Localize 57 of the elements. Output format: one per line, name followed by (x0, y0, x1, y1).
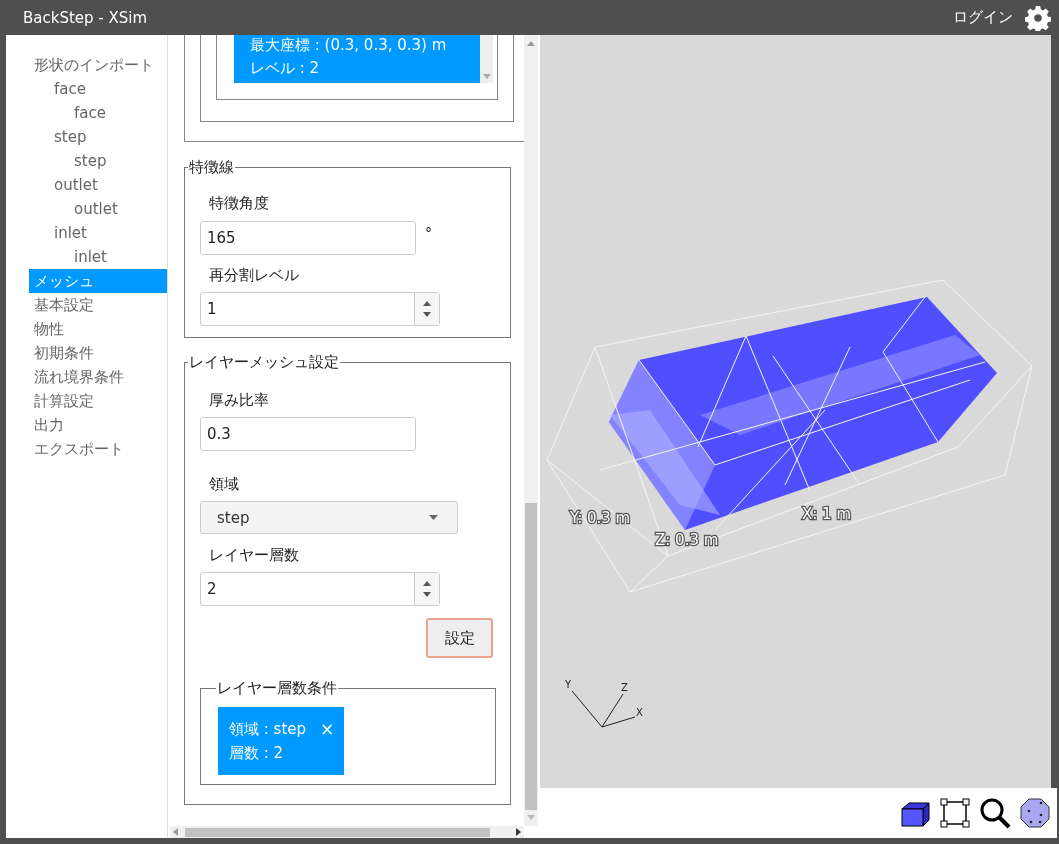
vertical-scrollbar[interactable] (524, 35, 538, 826)
axis-label: Z (621, 682, 628, 693)
sidebar-item[interactable]: inlet (29, 221, 167, 245)
field-label: 厚み比率 (209, 390, 270, 411)
sidebar-item[interactable]: face (29, 77, 167, 101)
3d-viewport[interactable]: Y: 0.3 m Z: 0.3 m X: 1 m Y Z X (540, 35, 1051, 788)
polyhedron-icon[interactable] (1019, 797, 1051, 829)
down-arrow-icon (423, 592, 431, 597)
dimension-label: Z: 0.3 m (655, 531, 719, 549)
sidebar-item[interactable]: 形状のインポート (29, 53, 167, 77)
condition-text: 層数 : 2 (229, 743, 284, 763)
scrollbar-thumb[interactable] (525, 503, 537, 810)
axis-label: X (636, 707, 643, 718)
sidebar-item[interactable]: outlet (29, 173, 167, 197)
sidebar-item[interactable]: 出力 (29, 413, 167, 437)
axis-label: Y (565, 679, 572, 690)
sidebar-item[interactable]: inlet (29, 245, 167, 269)
login-link[interactable]: ログイン (953, 8, 1013, 27)
unit-label: ° (425, 225, 432, 241)
dimension-label: Y: 0.3 m (570, 509, 631, 527)
down-arrow-icon (483, 74, 491, 79)
sidebar-item[interactable]: 物性 (29, 317, 167, 341)
level-spinbox[interactable]: 1 (200, 292, 440, 326)
window-title: BackStep - XSim (23, 8, 149, 27)
group-title: 特徴線 (188, 158, 235, 177)
search-icon[interactable] (979, 797, 1011, 829)
sidebar-item[interactable]: step (29, 125, 167, 149)
sidebar-item[interactable]: 初期条件 (29, 341, 167, 365)
down-arrow-icon (423, 312, 431, 317)
up-arrow-icon (423, 581, 431, 586)
sidebar-item[interactable]: エクスポート (29, 437, 167, 461)
layers-spinbox[interactable]: 2 (200, 572, 440, 606)
region-dropdown[interactable]: step (200, 501, 458, 534)
settings-icon[interactable] (1025, 4, 1051, 31)
set-button[interactable]: 設定 (426, 618, 493, 658)
sidebar-item[interactable]: step (29, 149, 167, 173)
field-label: 領域 (209, 474, 240, 495)
field-label: 特徴角度 (209, 193, 270, 214)
sidebar-item[interactable]: 計算設定 (29, 389, 167, 413)
sidebar-item[interactable]: outlet (29, 197, 167, 221)
sidebar-item[interactable]: 基本設定 (29, 293, 167, 317)
sidebar-item[interactable]: face (29, 101, 167, 125)
group-title: レイヤー層数条件 (216, 679, 338, 698)
up-arrow-icon (423, 301, 431, 306)
field-label: レイヤー層数 (209, 545, 300, 566)
dimension-label: X: 1 m (802, 505, 852, 523)
horizontal-scrollbar[interactable] (170, 826, 524, 838)
selection-frame-icon[interactable] (939, 797, 971, 829)
caret-icon (429, 515, 438, 520)
condition-text: 領域 : step (229, 719, 307, 739)
scrollbar[interactable] (480, 35, 493, 83)
ratio-field[interactable]: 0.3 (200, 417, 416, 451)
group-title: レイヤーメッシュ設定 (188, 353, 340, 372)
scrollbar-thumb[interactable] (185, 828, 490, 837)
angle-field[interactable]: 165 (200, 221, 416, 255)
field-label: 再分割レベル (209, 265, 300, 286)
sidebar-item[interactable]: 流れ境界条件 (29, 365, 167, 389)
